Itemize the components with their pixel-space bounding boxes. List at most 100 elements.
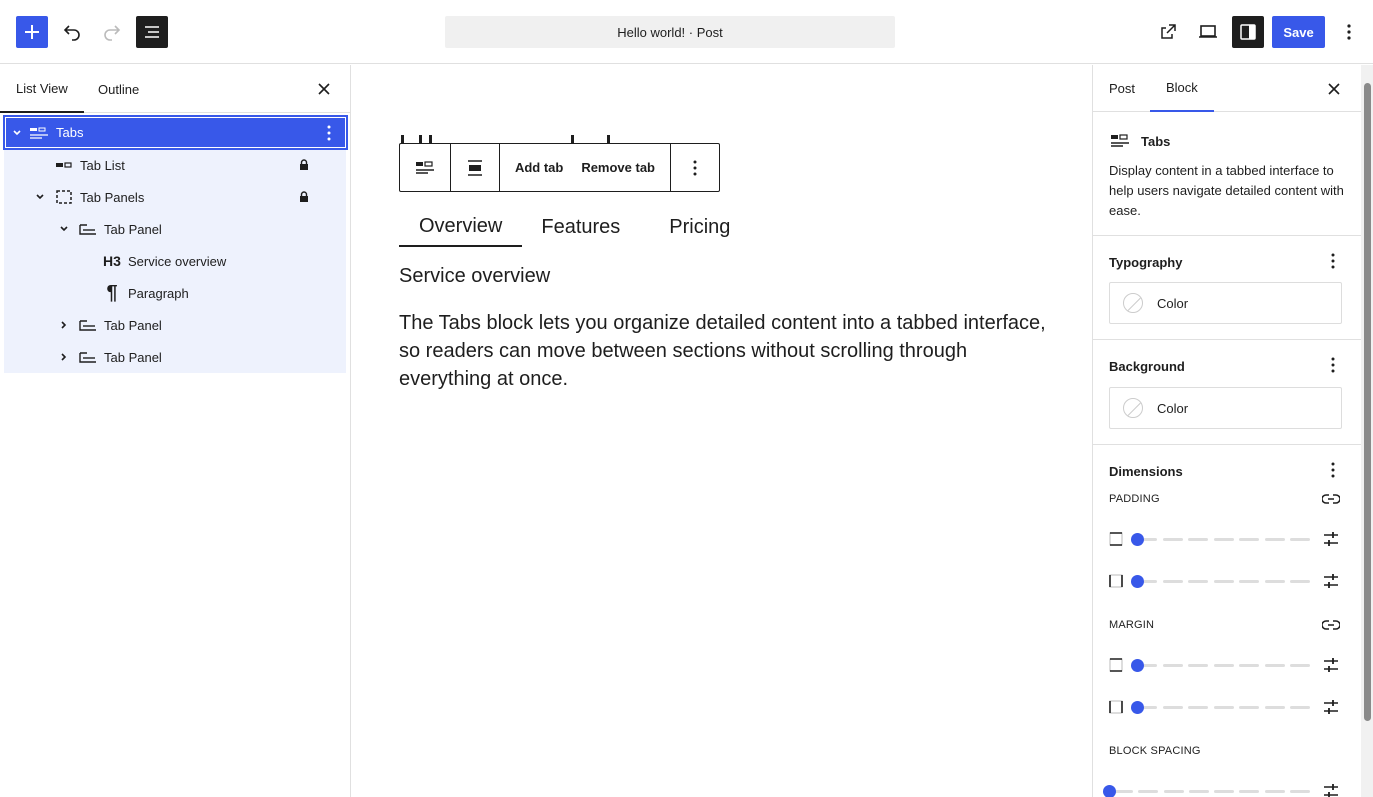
list-view-item-label: Tab Panel	[104, 349, 162, 365]
tab-block[interactable]: Block	[1150, 65, 1214, 112]
sides-horizontal-icon	[1109, 574, 1123, 588]
list-view-item-tabs[interactable]: Tabs	[3, 115, 348, 150]
tab-overview[interactable]: Overview	[399, 207, 523, 247]
margin-vertical-slider[interactable]	[1131, 659, 1144, 672]
align-full-icon	[468, 159, 482, 176]
view-post-button[interactable]	[1152, 16, 1184, 48]
tabs-icon	[27, 121, 51, 145]
add-tab-button[interactable]: Add tab	[515, 160, 563, 175]
background-title: Background	[1109, 359, 1185, 374]
tab-list-view[interactable]: List View	[0, 65, 84, 113]
content-heading[interactable]: Service overview	[399, 265, 550, 288]
document-title-bar[interactable]: Hello world! · Post	[445, 16, 895, 48]
align-button[interactable]	[451, 144, 500, 191]
editor-header: Hello world! · Post Save	[0, 0, 1373, 64]
tab-pricing[interactable]: Pricing	[649, 207, 750, 247]
background-options-button[interactable]	[1321, 353, 1345, 377]
undo-button[interactable]	[56, 16, 88, 48]
background-color-button[interactable]: Color	[1109, 387, 1342, 429]
paragraph-icon: ¶	[106, 281, 118, 304]
tab-features[interactable]: Features	[522, 207, 649, 247]
background-panel: Background Color	[1093, 340, 1361, 445]
tabs-icon	[416, 160, 434, 174]
tabs-icon	[1111, 134, 1129, 147]
chevron-right-icon[interactable]	[52, 345, 76, 369]
block-options-kebab-icon[interactable]	[319, 121, 339, 145]
tabs-block-tab-list: Overview Features Pricing	[399, 207, 750, 247]
list-view-panel: List View Outline Tabs Tab List Tab Pane…	[0, 65, 351, 797]
tab-actions-group: Add tab Remove tab	[500, 144, 671, 191]
padding-vertical-slider[interactable]	[1131, 533, 1144, 546]
external-link-icon	[1161, 24, 1176, 39]
typography-options-button[interactable]	[1321, 249, 1345, 273]
text-color-button[interactable]: Color	[1109, 282, 1342, 324]
list-view-item-tab-panel[interactable]: Tab Panel	[4, 309, 346, 341]
kebab-icon	[1347, 24, 1351, 40]
list-view-item-tab-panels[interactable]: Tab Panels	[4, 181, 346, 213]
chevron-down-icon[interactable]	[52, 217, 76, 241]
padding-vertical-control	[1109, 527, 1349, 551]
list-view-item-tab-panel[interactable]: Tab Panel	[4, 213, 346, 245]
tab-panels-icon	[52, 185, 76, 209]
plus-icon	[25, 25, 39, 39]
dimensions-panel: Dimensions PADDING MARGIN BLOCK SPACING	[1093, 445, 1361, 797]
typography-title: Typography	[1109, 255, 1183, 270]
tab-post[interactable]: Post	[1093, 65, 1151, 112]
block-settings-sidebar: Post Block Tabs Display content in a tab…	[1092, 65, 1373, 797]
close-icon	[1328, 83, 1340, 95]
scrollbar-thumb[interactable]	[1364, 83, 1371, 721]
chevron-right-icon[interactable]	[52, 313, 76, 337]
margin-vertical-control	[1109, 653, 1349, 677]
document-overview-button[interactable]	[136, 16, 168, 48]
link-sides-button[interactable]	[1321, 615, 1341, 635]
device-preview-button[interactable]	[1192, 16, 1224, 48]
document-title: Hello world! · Post	[617, 24, 723, 40]
lock-icon	[296, 189, 312, 205]
list-view-item-heading[interactable]: H3 Service overview	[4, 245, 346, 277]
settings-sliders-icon[interactable]	[1321, 697, 1341, 717]
margin-horizontal-slider[interactable]	[1131, 701, 1144, 714]
chevron-down-icon[interactable]	[5, 121, 29, 145]
remove-tab-button[interactable]: Remove tab	[581, 160, 655, 175]
block-options-button[interactable]	[671, 144, 719, 191]
sides-vertical-icon	[1109, 658, 1123, 672]
save-button[interactable]: Save	[1272, 16, 1325, 48]
editor-canvas: Add tab Remove tab Overview Features Pri…	[351, 65, 1092, 797]
redo-button[interactable]	[96, 16, 128, 48]
block-card: Tabs Display content in a tabbed interfa…	[1093, 113, 1361, 236]
list-view-item-label: Tab Panel	[104, 221, 162, 237]
padding-horizontal-slider[interactable]	[1131, 575, 1144, 588]
settings-sliders-icon[interactable]	[1321, 781, 1341, 797]
padding-label: PADDING	[1109, 493, 1160, 505]
block-spacing-slider[interactable]	[1103, 785, 1116, 797]
list-view-item-label: Service overview	[128, 253, 227, 269]
empty-swatch-icon	[1123, 293, 1143, 313]
block-inserter-button[interactable]	[16, 16, 48, 48]
color-label: Color	[1157, 295, 1189, 311]
settings-sliders-icon[interactable]	[1321, 655, 1341, 675]
settings-sliders-icon[interactable]	[1321, 571, 1341, 591]
sidebar-scrollbar[interactable]	[1361, 65, 1373, 797]
sides-vertical-icon	[1109, 532, 1123, 546]
list-view-item-tab-list[interactable]: Tab List	[4, 149, 346, 181]
tab-panel-icon	[76, 345, 100, 369]
list-view-item-paragraph[interactable]: ¶ Paragraph	[4, 277, 346, 309]
kebab-icon	[1331, 462, 1335, 478]
link-sides-button[interactable]	[1321, 489, 1341, 509]
block-type-switcher[interactable]	[400, 144, 451, 191]
kebab-icon	[693, 160, 697, 175]
tab-list-icon	[52, 153, 76, 177]
list-view-item-label: Tab List	[80, 157, 125, 173]
close-list-view-button[interactable]	[312, 77, 336, 101]
settings-toggle-button[interactable]	[1232, 16, 1264, 48]
options-button[interactable]	[1333, 16, 1365, 48]
tab-outline[interactable]: Outline	[82, 65, 155, 113]
list-view-item-tab-panel[interactable]: Tab Panel	[4, 341, 346, 373]
settings-sliders-icon[interactable]	[1321, 529, 1341, 549]
content-paragraph[interactable]: The Tabs block lets you organize detaile…	[399, 309, 1059, 393]
close-settings-button[interactable]	[1322, 77, 1346, 101]
undo-icon	[63, 25, 80, 41]
dimensions-options-button[interactable]	[1321, 458, 1345, 482]
chevron-down-icon[interactable]	[28, 185, 52, 209]
list-view-item-label: Tab Panel	[104, 317, 162, 333]
